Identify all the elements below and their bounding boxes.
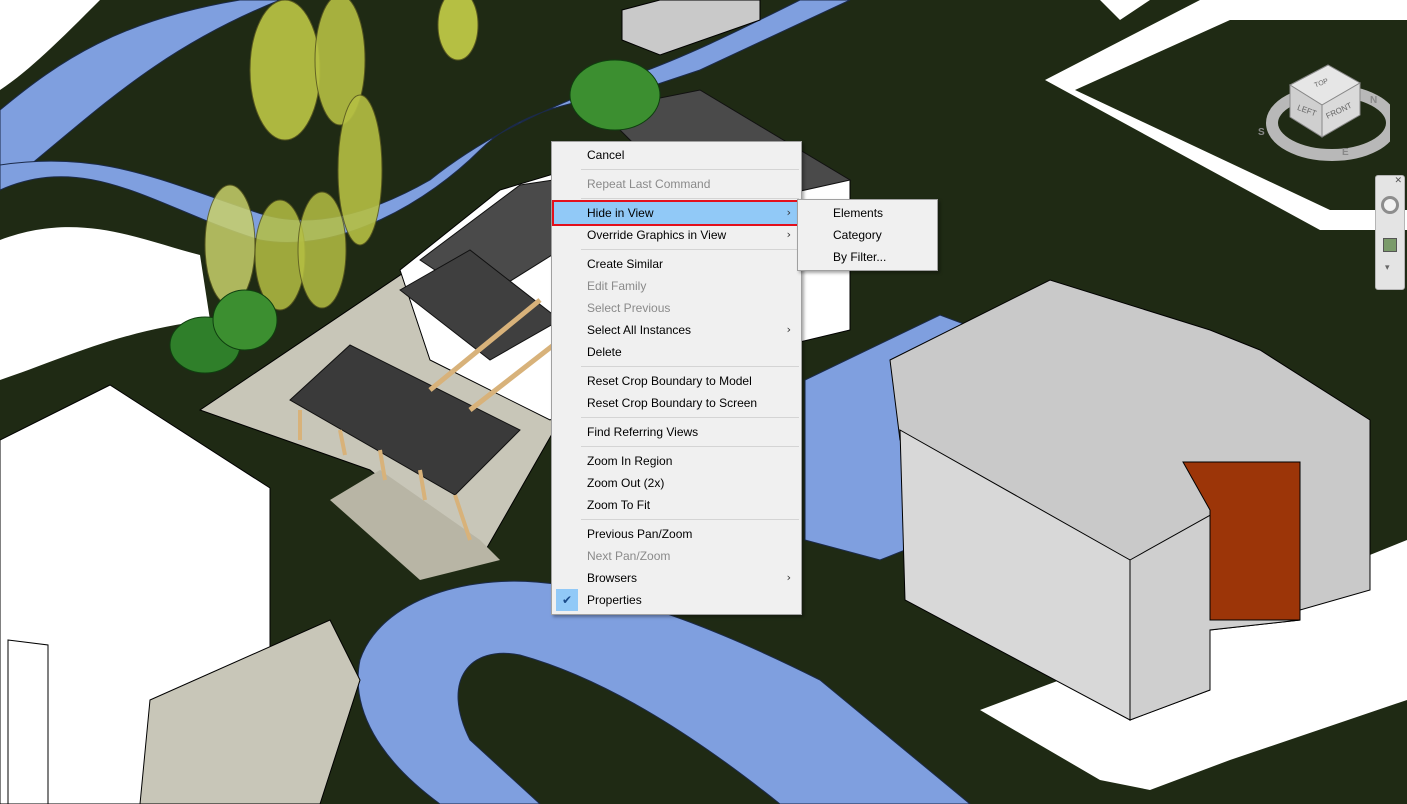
menu-item-zoom-to-fit[interactable]: Zoom To Fit <box>554 494 799 516</box>
compass-north: N <box>1370 95 1377 106</box>
submenu-item-elements[interactable]: Elements <box>800 202 935 224</box>
menu-item-next-pan-zoom: Next Pan/Zoom <box>587 549 671 563</box>
submenu-item-category[interactable]: Category <box>800 224 935 246</box>
menu-item-cancel[interactable]: Cancel <box>554 144 799 166</box>
menu-item-properties[interactable]: ✔ Properties <box>554 589 799 611</box>
context-menu: Cancel Repeat Last Command Hide in View ›… <box>551 141 802 615</box>
chevron-down-icon[interactable]: ▾ <box>1385 262 1390 273</box>
menu-separator <box>581 366 799 367</box>
menu-separator <box>581 249 799 250</box>
menu-separator <box>581 519 799 520</box>
menu-item-zoom-in-region[interactable]: Zoom In Region <box>554 450 799 472</box>
hide-in-view-submenu: Elements Category By Filter... <box>797 199 938 271</box>
chevron-right-icon: › <box>786 228 791 241</box>
menu-item-select-previous: Select Previous <box>587 301 671 315</box>
navigation-bar[interactable]: ✕ ▾ <box>1375 175 1405 290</box>
view-cube[interactable]: TOP LEFT FRONT N S E <box>1250 55 1398 165</box>
zoom-icon[interactable] <box>1383 238 1397 252</box>
compass-east: E <box>1342 147 1349 158</box>
compass-south: S <box>1258 127 1265 138</box>
menu-separator <box>581 169 799 170</box>
menu-separator <box>581 417 799 418</box>
checkmark-icon: ✔ <box>556 589 578 611</box>
menu-item-previous-pan-zoom[interactable]: Previous Pan/Zoom <box>554 523 799 545</box>
menu-item-edit-family: Edit Family <box>587 279 647 293</box>
menu-item-select-all-instances[interactable]: Select All Instances › <box>554 319 799 341</box>
view-cube-icon: TOP LEFT FRONT N S E <box>1258 64 1398 161</box>
menu-item-repeat-last-command: Repeat Last Command <box>587 177 711 191</box>
menu-item-find-referring-views[interactable]: Find Referring Views <box>554 421 799 443</box>
chevron-right-icon: › <box>786 206 791 219</box>
chevron-right-icon: › <box>786 571 791 584</box>
close-icon[interactable]: ✕ <box>1394 175 1402 186</box>
chevron-right-icon: › <box>786 323 791 336</box>
menu-item-reset-crop-model[interactable]: Reset Crop Boundary to Model <box>554 370 799 392</box>
menu-separator <box>581 446 799 447</box>
submenu-item-by-filter[interactable]: By Filter... <box>800 246 935 268</box>
menu-item-zoom-out[interactable]: Zoom Out (2x) <box>554 472 799 494</box>
steering-wheel-icon[interactable] <box>1381 196 1399 214</box>
menu-separator <box>581 198 799 199</box>
menu-item-browsers[interactable]: Browsers › <box>554 567 799 589</box>
menu-item-delete[interactable]: Delete <box>554 341 799 363</box>
menu-item-create-similar[interactable]: Create Similar <box>554 253 799 275</box>
menu-item-hide-in-view[interactable]: Hide in View › <box>552 200 801 226</box>
menu-item-override-graphics[interactable]: Override Graphics in View › <box>554 224 799 246</box>
menu-item-reset-crop-screen[interactable]: Reset Crop Boundary to Screen <box>554 392 799 414</box>
